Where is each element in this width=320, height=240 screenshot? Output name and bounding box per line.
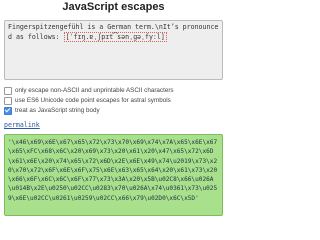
checkbox-es6-escapes[interactable] <box>4 96 12 105</box>
output-text: '\x46\x69\x6E\x67\x65\x72\x73\x70\x69\x7… <box>8 139 218 202</box>
checkbox-only-non-ascii[interactable] <box>4 86 12 95</box>
option-label: use ES6 Unicode code point escapes for a… <box>15 97 171 104</box>
option-es6-escapes[interactable]: use ES6 Unicode code point escapes for a… <box>4 96 224 105</box>
option-string-body[interactable]: treat as JavaScript string body <box>4 106 224 115</box>
page-title: JavaScript escapes <box>62 1 165 13</box>
output-box: '\x46\x69\x6E\x67\x65\x72\x73\x70\x69\x7… <box>4 134 223 216</box>
checkbox-string-body[interactable] <box>4 106 12 115</box>
options-list: only escape non-ASCII and unprintable AS… <box>4 86 224 116</box>
input-textarea[interactable]: Fingerspitzengefühl is a German term.\nI… <box>4 20 223 80</box>
option-only-non-ascii[interactable]: only escape non-ASCII and unprintable AS… <box>4 86 224 95</box>
permalink-link[interactable]: permalink <box>4 121 40 129</box>
option-label: only escape non-ASCII and unprintable AS… <box>15 87 174 94</box>
input-ipa-text: [ˈfɪŋ.ɐˌʃpɪt͡sənˌɡəˌfyːl] <box>63 31 167 42</box>
option-label: treat as JavaScript string body <box>15 107 100 114</box>
